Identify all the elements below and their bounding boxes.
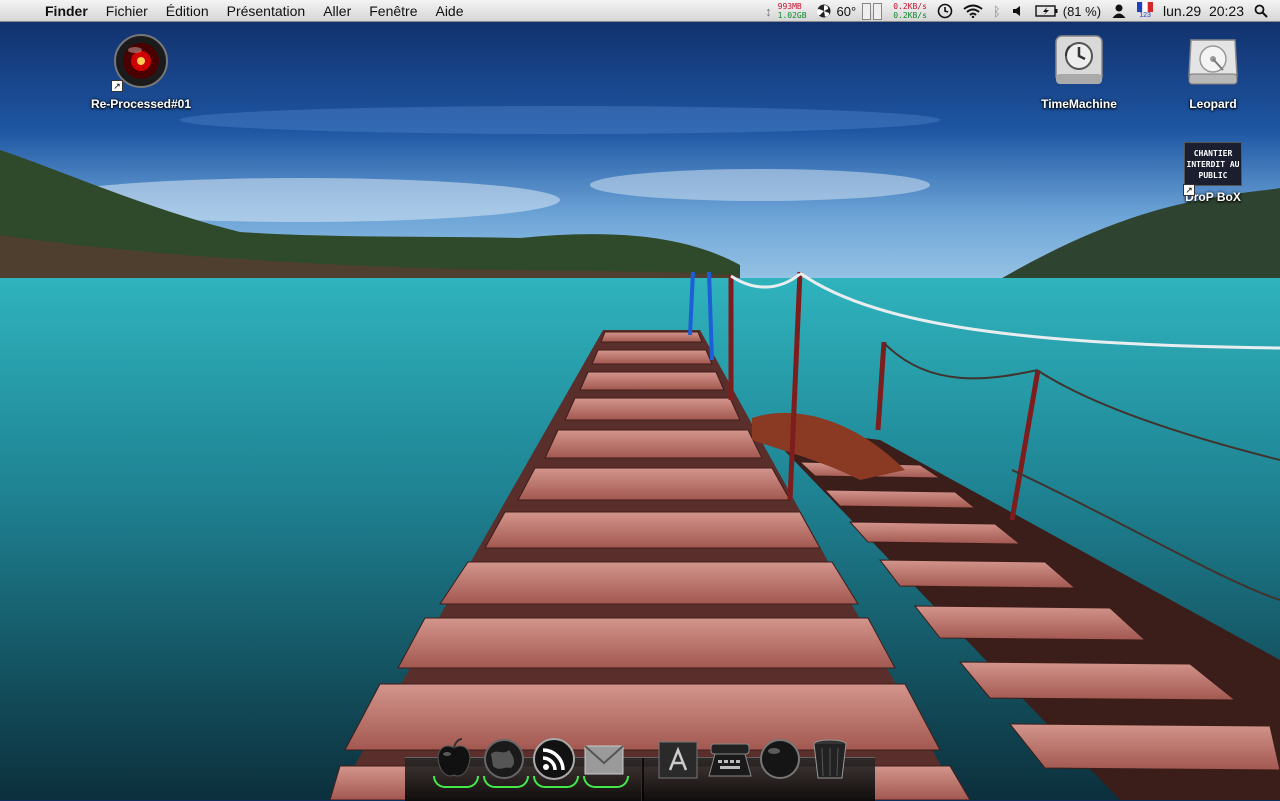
battery-charging-icon: [1035, 5, 1058, 17]
menu-clock[interactable]: lun.29 20:23: [1158, 3, 1249, 19]
french-flag-icon: [1137, 2, 1154, 12]
running-indicator: [433, 776, 479, 788]
time-machine-drive-icon: [1055, 35, 1103, 84]
running-indicator: [583, 776, 629, 788]
running-indicator: [533, 776, 579, 788]
alias-arrow-icon: ↗: [1183, 184, 1195, 196]
menu-app-finder[interactable]: Finder: [36, 0, 97, 22]
dock-item-trash[interactable]: [807, 736, 853, 786]
desktop-icon-timemachine[interactable]: TimeMachine: [1019, 34, 1139, 111]
search-icon: [1254, 4, 1268, 18]
menu-fenetre[interactable]: Fenêtre: [360, 0, 426, 22]
temperature-monitor[interactable]: 60°: [812, 2, 889, 20]
cpu-temperature: 60°: [836, 3, 857, 19]
menu-extras: ↕ 993MB 1.02GB 60° 0.2KB/s 0.2KB/s ᛒ (81…: [760, 0, 1280, 22]
dock-separator: [641, 758, 644, 801]
memory-monitor[interactable]: ↕ 993MB 1.02GB: [760, 2, 811, 20]
menu-fichier[interactable]: Fichier: [97, 0, 157, 22]
trash-icon: [813, 739, 847, 779]
alias-arrow-icon: ↗: [111, 80, 123, 92]
fan-icon: [816, 4, 831, 18]
input-source-menu[interactable]: 123: [1132, 2, 1158, 20]
applications-folder-icon: [658, 741, 698, 779]
chantier-sign-icon: CHANTIER INTERDIT AU PUBLIC: [1184, 142, 1242, 186]
dock-item-finder[interactable]: [431, 736, 479, 788]
dock: [405, 738, 875, 801]
hard-drive-icon: [1188, 39, 1238, 85]
bluetooth-menu-icon[interactable]: ᛒ: [988, 4, 1006, 19]
desktop-icon-label: TimeMachine: [1041, 97, 1117, 111]
desktop-icon-re-processed[interactable]: ↗ Re-Processed#01: [81, 34, 201, 111]
dock-item-browser[interactable]: [481, 736, 529, 788]
updown-arrows-icon: ↕: [765, 3, 772, 19]
wifi-menu-icon[interactable]: [958, 4, 988, 18]
running-indicator: [483, 776, 529, 788]
time-machine-menu-icon[interactable]: [932, 3, 958, 19]
menu-presentation[interactable]: Présentation: [218, 0, 315, 22]
volume-menu-icon[interactable]: [1006, 4, 1030, 18]
wifi-icon: [963, 4, 983, 18]
bluetooth-icon: ᛒ: [992, 3, 1001, 19]
desktop-wallpaper: [0, 0, 1280, 800]
desktop-icon-label: Leopard: [1189, 97, 1237, 111]
menu-edition[interactable]: Édition: [157, 0, 218, 22]
menu-bar: Finder Fichier Édition Présentation Alle…: [0, 0, 1280, 22]
spotlight-menu-icon[interactable]: [1249, 4, 1280, 18]
dock-item-applications[interactable]: [655, 736, 701, 786]
input-source-label: 123: [1139, 12, 1151, 19]
dock-item-rss[interactable]: [531, 736, 579, 788]
network-download: 0.2KB/s: [893, 11, 927, 20]
memory-free: 1.02GB: [777, 11, 807, 20]
desktop-icon-leopard[interactable]: Leopard: [1153, 32, 1273, 111]
network-upload: 0.2KB/s: [893, 2, 927, 11]
cpu-gauge-icon: [862, 2, 872, 20]
battery-percent: (81 %): [1062, 3, 1102, 19]
cpu-gauge-icon: [873, 2, 883, 20]
menu-aller[interactable]: Aller: [314, 0, 360, 22]
user-menu-icon[interactable]: [1106, 3, 1132, 19]
desktop-icon-label: Re-Processed#01: [90, 97, 192, 111]
typewriter-icon: [708, 743, 752, 777]
battery-menu[interactable]: (81 %): [1030, 4, 1106, 19]
dock-item-mail[interactable]: [581, 736, 629, 788]
memory-used: 993MB: [777, 2, 802, 11]
desktop-icon-label: DroP BoX: [1185, 190, 1241, 204]
network-monitor[interactable]: 0.2KB/s 0.2KB/s: [888, 2, 932, 20]
clock-arrow-icon: [937, 3, 953, 19]
user-icon: [1112, 4, 1126, 18]
speaker-icon: [1012, 6, 1020, 16]
dock-item-sphere[interactable]: [757, 736, 803, 786]
sphere-icon: [760, 739, 800, 779]
menu-aide[interactable]: Aide: [426, 0, 472, 22]
desktop-icon-dropbox[interactable]: CHANTIER INTERDIT AU PUBLIC ↗ DroP BoX: [1153, 142, 1273, 204]
dock-item-typewriter[interactable]: [707, 736, 753, 786]
